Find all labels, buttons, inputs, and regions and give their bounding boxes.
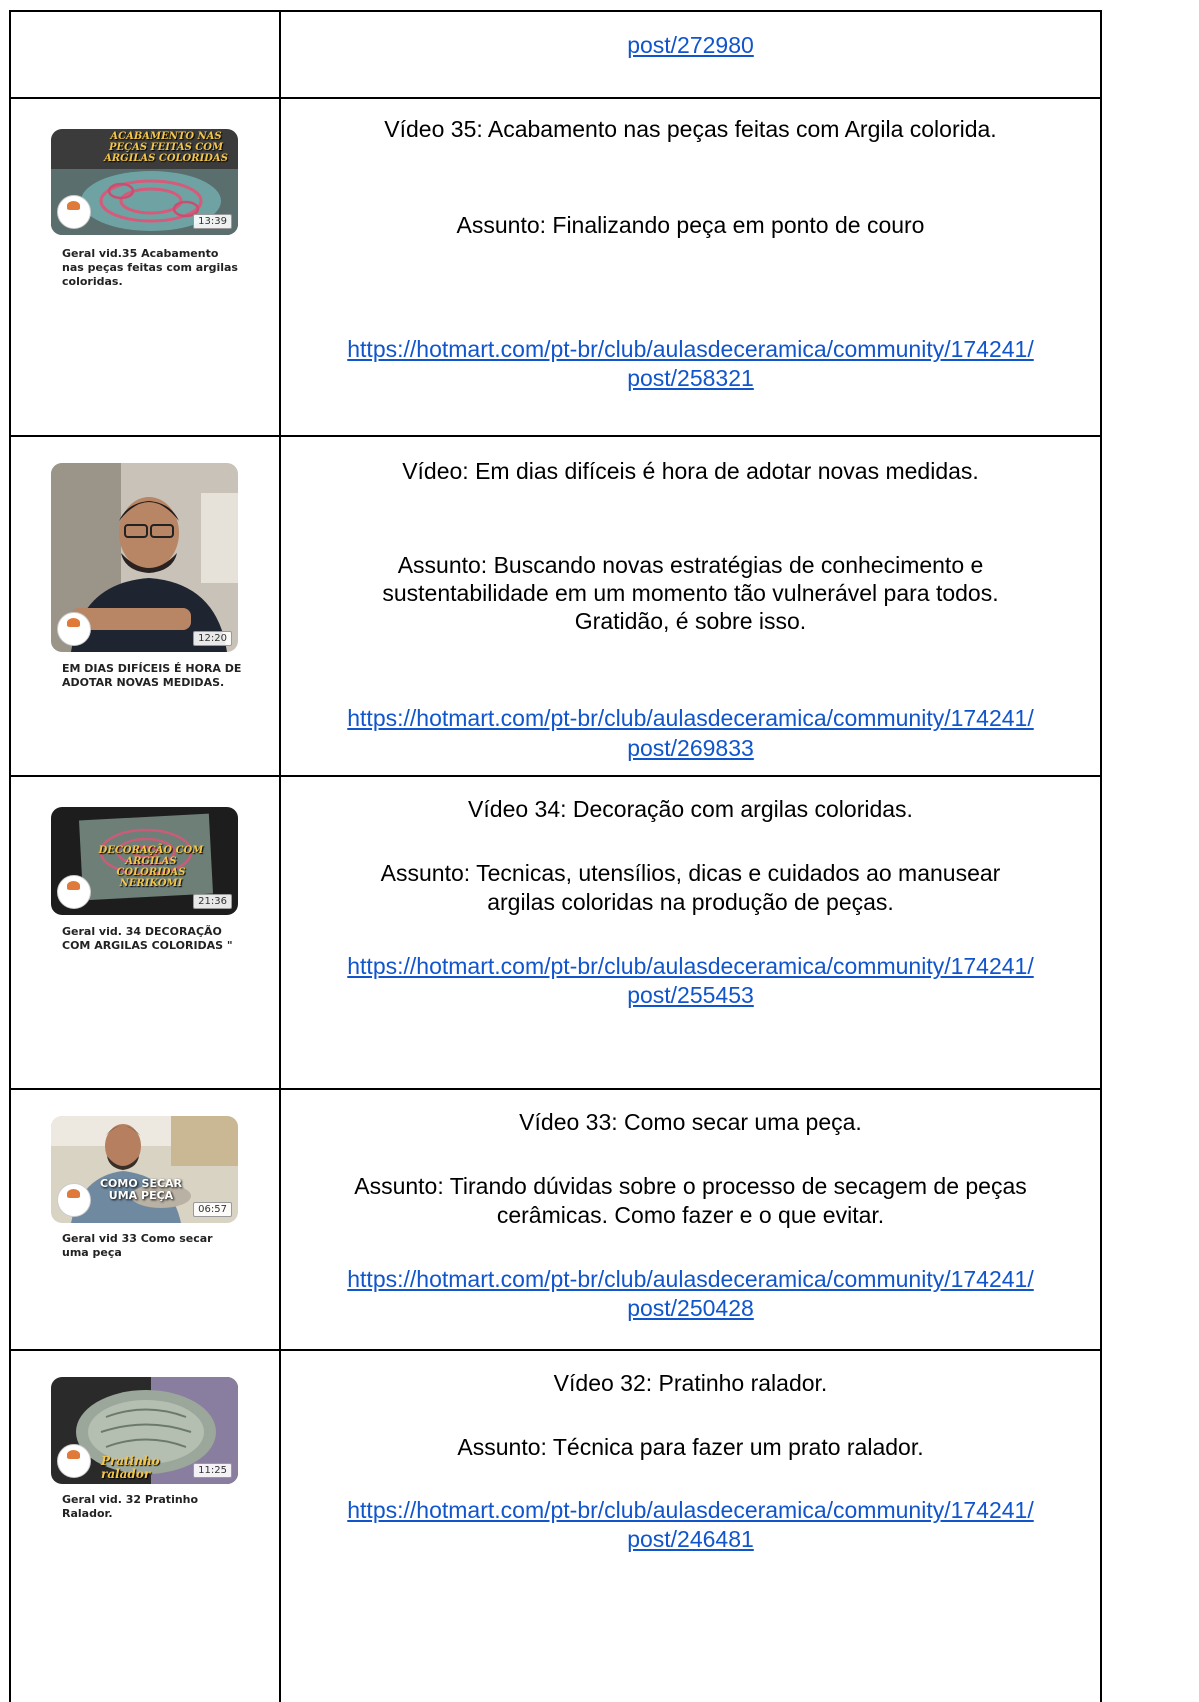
thumbnail-overlay-text: Pratinho ralador	[101, 1454, 160, 1481]
video-subject-line: cerâmicas. Como fazer e o que evitar.	[496, 1202, 885, 1228]
post-link[interactable]: post/272980	[627, 32, 754, 58]
content-cell: Vídeo 35: Acabamento nas peças feitas co…	[281, 99, 1100, 435]
thumbnail-overlay-text: ACABAMENTO NAS PEÇAS FEITAS COM ARGILAS …	[104, 131, 228, 164]
video-subject: Assunto: Finalizando peça em ponto de co…	[456, 212, 925, 238]
channel-logo-icon	[57, 1444, 91, 1478]
table-row: DECORAÇÃO COM ARGILAS COLORIDAS NERIKOMI…	[9, 775, 1102, 1090]
video-title: Vídeo: Em dias difíceis é hora de adotar…	[402, 458, 979, 484]
video-duration: 11:25	[193, 1463, 232, 1478]
content-cell: Vídeo 33: Como secar uma peça. Assunto: …	[281, 1090, 1100, 1349]
channel-logo-icon	[57, 1183, 91, 1217]
video-subject-line: Gratidão, é sobre isso.	[574, 608, 807, 634]
video-thumbnail[interactable]: COMO SECAR UMA PEÇA 06:57	[51, 1116, 238, 1223]
video-duration: 13:39	[193, 214, 232, 229]
thumbnail-cell: Pratinho ralador 11:25 Geral vid. 32 Pra…	[11, 1351, 281, 1702]
video-caption: EM DIAS DIFÍCEIS É HORA DE ADOTAR NOVAS …	[62, 662, 242, 689]
video-thumbnail[interactable]: Pratinho ralador 11:25	[51, 1377, 238, 1484]
hotmart-link-post[interactable]: post/255453	[627, 982, 754, 1008]
hotmart-link[interactable]: https://hotmart.com/pt-br/club/aulasdece…	[347, 336, 1034, 362]
table-row: 12:20 EM DIAS DIFÍCEIS É HORA DE ADOTAR …	[9, 435, 1102, 777]
thumbnail-cell	[11, 12, 281, 97]
video-caption: Geral vid.35 Acabamento nas peças feitas…	[62, 247, 238, 288]
video-title: Vídeo 32: Pratinho ralador.	[553, 1370, 828, 1396]
table-row: COMO SECAR UMA PEÇA 06:57 Geral vid 33 C…	[9, 1088, 1102, 1351]
video-duration: 06:57	[193, 1202, 232, 1217]
thumbnail-cell: ACABAMENTO NAS PEÇAS FEITAS COM ARGILAS …	[11, 99, 281, 435]
video-subject-line: argilas coloridas na produção de peças.	[487, 889, 894, 915]
channel-logo-icon	[57, 195, 91, 229]
hotmart-link[interactable]: https://hotmart.com/pt-br/club/aulasdece…	[347, 1497, 1034, 1523]
video-subject-line: sustentabilidade em um momento tão vulne…	[382, 580, 999, 606]
hotmart-link-post[interactable]: post/250428	[627, 1295, 754, 1321]
video-subject: Assunto: Técnica para fazer um prato ral…	[457, 1434, 924, 1460]
hotmart-link-post[interactable]: post/258321	[627, 365, 754, 391]
content-cell: Vídeo: Em dias difíceis é hora de adotar…	[281, 437, 1100, 775]
video-duration: 12:20	[193, 631, 232, 646]
thumbnail-cell: 12:20 EM DIAS DIFÍCEIS É HORA DE ADOTAR …	[11, 437, 281, 775]
hotmart-link[interactable]: https://hotmart.com/pt-br/club/aulasdece…	[347, 705, 1034, 731]
hotmart-link[interactable]: https://hotmart.com/pt-br/club/aulasdece…	[347, 953, 1034, 979]
video-caption: Geral vid. 32 Pratinho Ralador.	[62, 1493, 199, 1520]
thumbnail-overlay-text: DECORAÇÃO COM ARGILAS COLORIDAS NERIKOMI	[98, 845, 204, 889]
hotmart-link-post[interactable]: post/246481	[627, 1526, 754, 1552]
content-cell: Vídeo 34: Decoração com argilas colorida…	[281, 777, 1100, 1088]
channel-logo-icon	[57, 612, 91, 646]
channel-logo-icon	[57, 875, 91, 909]
video-duration: 21:36	[193, 894, 232, 909]
video-subject-line: Assunto: Buscando novas estratégias de c…	[397, 552, 984, 578]
thumbnail-overlay-text: COMO SECAR UMA PEÇA	[99, 1177, 183, 1202]
table-row: Pratinho ralador 11:25 Geral vid. 32 Pra…	[9, 1349, 1102, 1702]
video-title: Vídeo 33: Como secar uma peça.	[519, 1109, 862, 1135]
video-thumbnail[interactable]: ACABAMENTO NAS PEÇAS FEITAS COM ARGILAS …	[51, 129, 238, 235]
video-caption: Geral vid 33 Como secar uma peça	[62, 1232, 213, 1259]
video-thumbnail[interactable]: DECORAÇÃO COM ARGILAS COLORIDAS NERIKOMI…	[51, 807, 238, 915]
table-row: ACABAMENTO NAS PEÇAS FEITAS COM ARGILAS …	[9, 97, 1102, 437]
content-cell: Vídeo 32: Pratinho ralador. Assunto: Téc…	[281, 1351, 1100, 1702]
video-title: Vídeo 34: Decoração com argilas colorida…	[468, 796, 913, 822]
video-title: Vídeo 35: Acabamento nas peças feitas co…	[384, 116, 997, 142]
hotmart-link-post[interactable]: post/269833	[627, 735, 754, 761]
content-cell: post/272980	[281, 12, 1100, 97]
video-caption: Geral vid. 34 DECORAÇÃO COM ARGILAS COLO…	[62, 925, 233, 952]
table-row: post/272980	[9, 10, 1102, 99]
video-subject-line: Assunto: Tirando dúvidas sobre o process…	[354, 1173, 1027, 1199]
thumbnail-cell: COMO SECAR UMA PEÇA 06:57 Geral vid 33 C…	[11, 1090, 281, 1349]
thumbnail-cell: DECORAÇÃO COM ARGILAS COLORIDAS NERIKOMI…	[11, 777, 281, 1088]
hotmart-link[interactable]: https://hotmart.com/pt-br/club/aulasdece…	[347, 1266, 1034, 1292]
video-thumbnail[interactable]: 12:20	[51, 463, 238, 652]
video-subject-line: Assunto: Tecnicas, utensílios, dicas e c…	[380, 860, 1001, 886]
